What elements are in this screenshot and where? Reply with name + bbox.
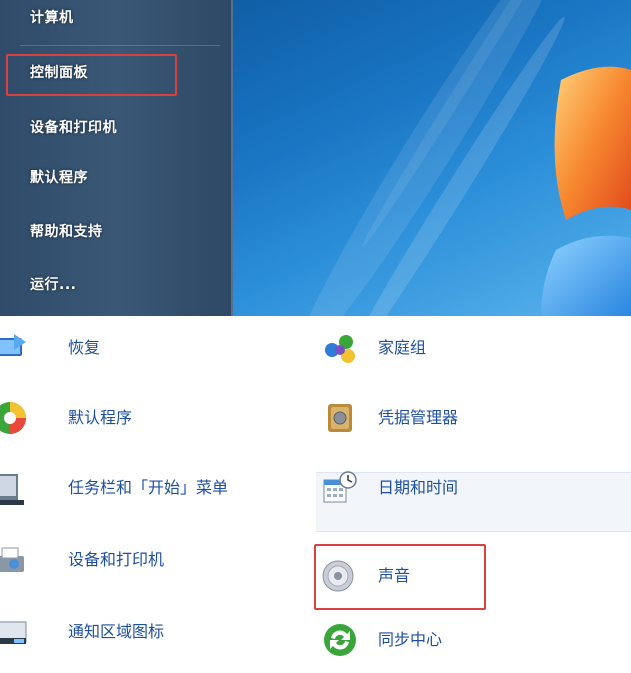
- cp-item-credential-manager[interactable]: 凭据管理器: [320, 398, 580, 438]
- default-programs-icon: [0, 402, 26, 434]
- cp-item-taskbar-start-menu[interactable]: 任务栏和「开始」菜单: [0, 468, 280, 508]
- start-menu-screenshot: 计算机 控制面板 设备和打印机 默认程序 帮助和支持 运行...: [0, 0, 631, 316]
- credential-manager-icon: [328, 404, 352, 432]
- control-panel-items: 恢复 默认程序 任务栏和「开始」菜单 设备和打印机 通知区域图标 家庭组 凭据管…: [0, 316, 631, 673]
- recovery-icon: [0, 334, 26, 356]
- cp-item-devices-printers[interactable]: 设备和打印机: [0, 540, 260, 580]
- cp-label-credential-manager: 凭据管理器: [378, 408, 459, 427]
- menu-separator: [20, 45, 220, 46]
- menu-item-computer[interactable]: 计算机: [30, 6, 74, 30]
- menu-item-devices-printers[interactable]: 设备和打印机: [30, 116, 117, 140]
- cp-label-homegroup: 家庭组: [378, 338, 427, 357]
- cp-item-sync-center[interactable]: 同步中心: [320, 620, 580, 660]
- cp-item-default-programs[interactable]: 默认程序: [0, 398, 260, 438]
- homegroup-icon: [325, 335, 355, 363]
- menu-item-run[interactable]: 运行...: [30, 273, 76, 297]
- menu-item-help-support[interactable]: 帮助和支持: [30, 220, 103, 244]
- start-menu: 计算机 控制面板 设备和打印机 默认程序 帮助和支持 运行...: [0, 0, 233, 316]
- cp-label-recovery: 恢复: [68, 338, 101, 357]
- cp-item-homegroup[interactable]: 家庭组: [320, 328, 580, 368]
- cp-label-sync-center: 同步中心: [378, 630, 443, 649]
- devices-printers-icon: [0, 547, 24, 572]
- cp-label-date-time: 日期和时间: [378, 478, 459, 497]
- cp-label-taskbar-start-menu: 任务栏和「开始」菜单: [68, 478, 229, 497]
- cp-label-notification-area-icons: 通知区域图标: [68, 622, 165, 641]
- control-panel-highlight-box: [6, 54, 177, 96]
- date-time-icon: [323, 471, 357, 503]
- cp-label-default-programs: 默认程序: [68, 408, 133, 427]
- desktop-wallpaper: [233, 0, 631, 316]
- notification-area-icon: [0, 621, 27, 644]
- sound-highlight-box: [314, 544, 486, 610]
- sync-center-icon: [324, 624, 356, 656]
- menu-item-default-programs[interactable]: 默认程序: [30, 166, 88, 190]
- windows-logo-icon: [541, 66, 631, 316]
- cp-label-devices-printers: 设备和打印机: [68, 550, 165, 569]
- cp-item-notification-area-icons[interactable]: 通知区域图标: [0, 612, 260, 652]
- cp-item-recovery[interactable]: 恢复: [0, 328, 260, 368]
- taskbar-icon: [0, 474, 24, 505]
- cp-item-date-time[interactable]: 日期和时间: [320, 468, 580, 508]
